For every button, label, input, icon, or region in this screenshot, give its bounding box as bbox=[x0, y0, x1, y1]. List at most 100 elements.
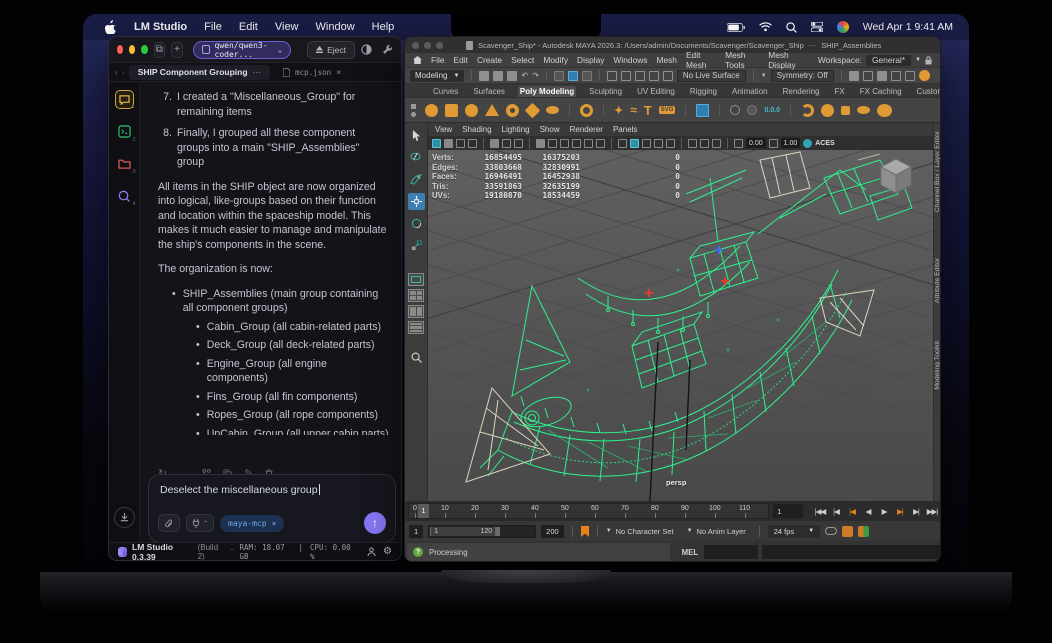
shelf-tab-curves[interactable]: Curves bbox=[431, 86, 460, 97]
maya-menu-mesh-tools[interactable]: Mesh Tools bbox=[725, 50, 759, 70]
open-scene-icon[interactable] bbox=[493, 70, 504, 81]
shelf-tab-sculpting[interactable]: Sculpting bbox=[587, 86, 624, 97]
maya-menu-create[interactable]: Create bbox=[477, 55, 502, 65]
symmetry-field[interactable]: Symmetry: Off bbox=[770, 69, 834, 82]
pill-close-icon[interactable]: × bbox=[272, 519, 277, 528]
menubar-app-name[interactable]: LM Studio bbox=[134, 21, 187, 33]
lasso-tool[interactable] bbox=[408, 149, 425, 166]
redo-icon[interactable]: ↷ bbox=[532, 71, 539, 80]
maya-menu-modify[interactable]: Modify bbox=[543, 55, 568, 65]
battery-icon[interactable] bbox=[726, 22, 745, 32]
command-input[interactable] bbox=[704, 545, 759, 559]
panel-menu-view[interactable]: View bbox=[435, 125, 452, 134]
maya-menu-mesh[interactable]: Mesh bbox=[656, 55, 676, 65]
construction-plane-icon[interactable] bbox=[730, 105, 741, 115]
film-gate-icon[interactable] bbox=[700, 138, 709, 148]
exposure-field[interactable]: 0.00 bbox=[746, 138, 766, 148]
quad-draw-icon[interactable] bbox=[801, 103, 815, 117]
paint-select-tool[interactable] bbox=[408, 171, 425, 188]
shelf-tab-custom[interactable]: Custom bbox=[915, 86, 940, 97]
snap-point-icon[interactable] bbox=[634, 70, 645, 81]
minimize-button[interactable] bbox=[129, 45, 136, 54]
command-language-label[interactable]: MEL bbox=[682, 548, 698, 557]
bookmark-icon[interactable] bbox=[468, 138, 477, 148]
maya-menu-file[interactable]: File bbox=[431, 55, 445, 65]
contrast-icon[interactable] bbox=[768, 138, 778, 148]
select-camera-icon[interactable] bbox=[432, 138, 441, 148]
menu-edit[interactable]: Edit bbox=[239, 21, 258, 33]
mcp-server-pill[interactable]: maya-mcp × bbox=[220, 514, 285, 532]
tab-mcp-json[interactable]: mcp.json × bbox=[274, 65, 350, 80]
chat-input[interactable]: Deselect the miscellaneous group bbox=[160, 484, 385, 496]
go-to-start-button[interactable]: |◀◀ bbox=[813, 504, 827, 518]
anim-settings-icon[interactable] bbox=[858, 525, 870, 537]
render-sphere-icon[interactable] bbox=[918, 70, 930, 81]
panel-menu-show[interactable]: Show bbox=[540, 125, 560, 134]
shelf-tab-animation[interactable]: Animation bbox=[730, 86, 770, 97]
maya-menu-display[interactable]: Display bbox=[577, 55, 604, 65]
tab-attribute-editor[interactable]: Attribute Editor bbox=[934, 258, 940, 303]
gamma-icon[interactable] bbox=[666, 138, 675, 148]
maya-menu-edit[interactable]: Edit bbox=[454, 55, 468, 65]
poly-torus-icon[interactable] bbox=[506, 103, 519, 117]
tab-modeling-toolkit[interactable]: Modeling Toolkit bbox=[934, 341, 940, 390]
tab-more-icon[interactable]: ⋯ bbox=[253, 67, 262, 78]
select-tool[interactable] bbox=[408, 127, 425, 144]
nav-forward-icon[interactable]: › bbox=[122, 67, 125, 77]
status-chevron-icon[interactable]: ⌃ bbox=[229, 548, 234, 555]
model-selector[interactable]: qwen/qwen3-coder... ⌄ bbox=[192, 40, 292, 59]
shadows-icon[interactable] bbox=[584, 138, 593, 148]
xray-icon[interactable] bbox=[630, 138, 639, 148]
zoom-tool[interactable] bbox=[408, 349, 425, 366]
time-slider[interactable]: 0 10 20 30 40 50 60 70 80 90 100 110 120 bbox=[405, 501, 940, 521]
camera-attrs-icon[interactable] bbox=[456, 138, 465, 148]
maya-menu-mesh-display[interactable]: Mesh Display bbox=[768, 50, 809, 70]
shelf-tab-poly-modeling[interactable]: Poly Modeling bbox=[517, 86, 577, 97]
control-center-icon[interactable] bbox=[810, 22, 823, 32]
poly-sphere-icon[interactable] bbox=[425, 103, 438, 117]
tab-chat[interactable]: SHIP Component Grouping ⋯ bbox=[128, 64, 271, 80]
snap-scale-icon[interactable] bbox=[581, 70, 592, 81]
workspace-selector[interactable]: General* bbox=[865, 54, 912, 66]
sidebar-item-my-models[interactable]: 3 bbox=[115, 154, 136, 175]
shaded-mode-icon[interactable] bbox=[548, 138, 557, 148]
auto-key-icon[interactable] bbox=[825, 527, 838, 535]
symmetry-chevron-icon[interactable]: ▼ bbox=[761, 73, 767, 79]
live-surface-field[interactable]: No Live Surface bbox=[676, 69, 746, 82]
isolate-select-icon[interactable] bbox=[618, 138, 627, 148]
lock-camera-icon[interactable] bbox=[444, 138, 453, 148]
shelf-tab-uv-editing[interactable]: UV Editing bbox=[635, 86, 677, 97]
sidebar-item-discover[interactable]: 4 bbox=[115, 186, 136, 207]
fps-selector[interactable]: 24 fps ▼ bbox=[767, 524, 821, 538]
theme-icon[interactable] bbox=[361, 44, 372, 55]
snap-active-icon[interactable] bbox=[567, 70, 578, 81]
new-chat-icon[interactable]: + bbox=[171, 41, 183, 58]
close-button[interactable] bbox=[117, 45, 124, 54]
menubar-clock[interactable]: Wed Apr 1 9:41 AM bbox=[863, 21, 953, 33]
timeline-ruler[interactable]: 0 10 20 30 40 50 60 70 80 90 100 110 120 bbox=[408, 503, 770, 519]
curve-tool-icon[interactable]: ≈ bbox=[630, 103, 637, 117]
shelf-tab-rendering[interactable]: Rendering bbox=[781, 86, 822, 97]
maya-menu-windows[interactable]: Windows bbox=[614, 55, 648, 65]
lock-icon[interactable] bbox=[925, 55, 932, 65]
menu-window[interactable]: Window bbox=[316, 21, 355, 33]
settings-gear-icon[interactable]: ⚙ bbox=[383, 546, 392, 557]
poly-ball-icon[interactable] bbox=[465, 103, 478, 117]
panel-menu-shading[interactable]: Shading bbox=[462, 125, 491, 134]
workspace-chevron-icon[interactable]: ▼ bbox=[915, 57, 921, 63]
snap-curve-icon[interactable] bbox=[620, 70, 631, 81]
platonic-solid-icon[interactable] bbox=[580, 103, 593, 117]
prev-key-button[interactable]: |◀ bbox=[845, 504, 859, 518]
shelf-tab-fx[interactable]: FX bbox=[833, 86, 847, 97]
target-weld-icon[interactable] bbox=[841, 105, 851, 115]
oversampling-icon[interactable] bbox=[514, 138, 523, 148]
move-tool[interactable] bbox=[407, 193, 425, 210]
snap-grid-icon[interactable] bbox=[606, 70, 617, 81]
wireframe-mode-icon[interactable] bbox=[536, 138, 545, 148]
poly-plane-icon[interactable] bbox=[524, 102, 541, 118]
bevel-icon[interactable] bbox=[857, 106, 871, 114]
send-button[interactable]: ↑ bbox=[364, 512, 386, 534]
layout-two-icon[interactable] bbox=[408, 305, 424, 318]
zoom-button[interactable] bbox=[141, 45, 148, 54]
image-plane-icon[interactable] bbox=[490, 138, 499, 148]
